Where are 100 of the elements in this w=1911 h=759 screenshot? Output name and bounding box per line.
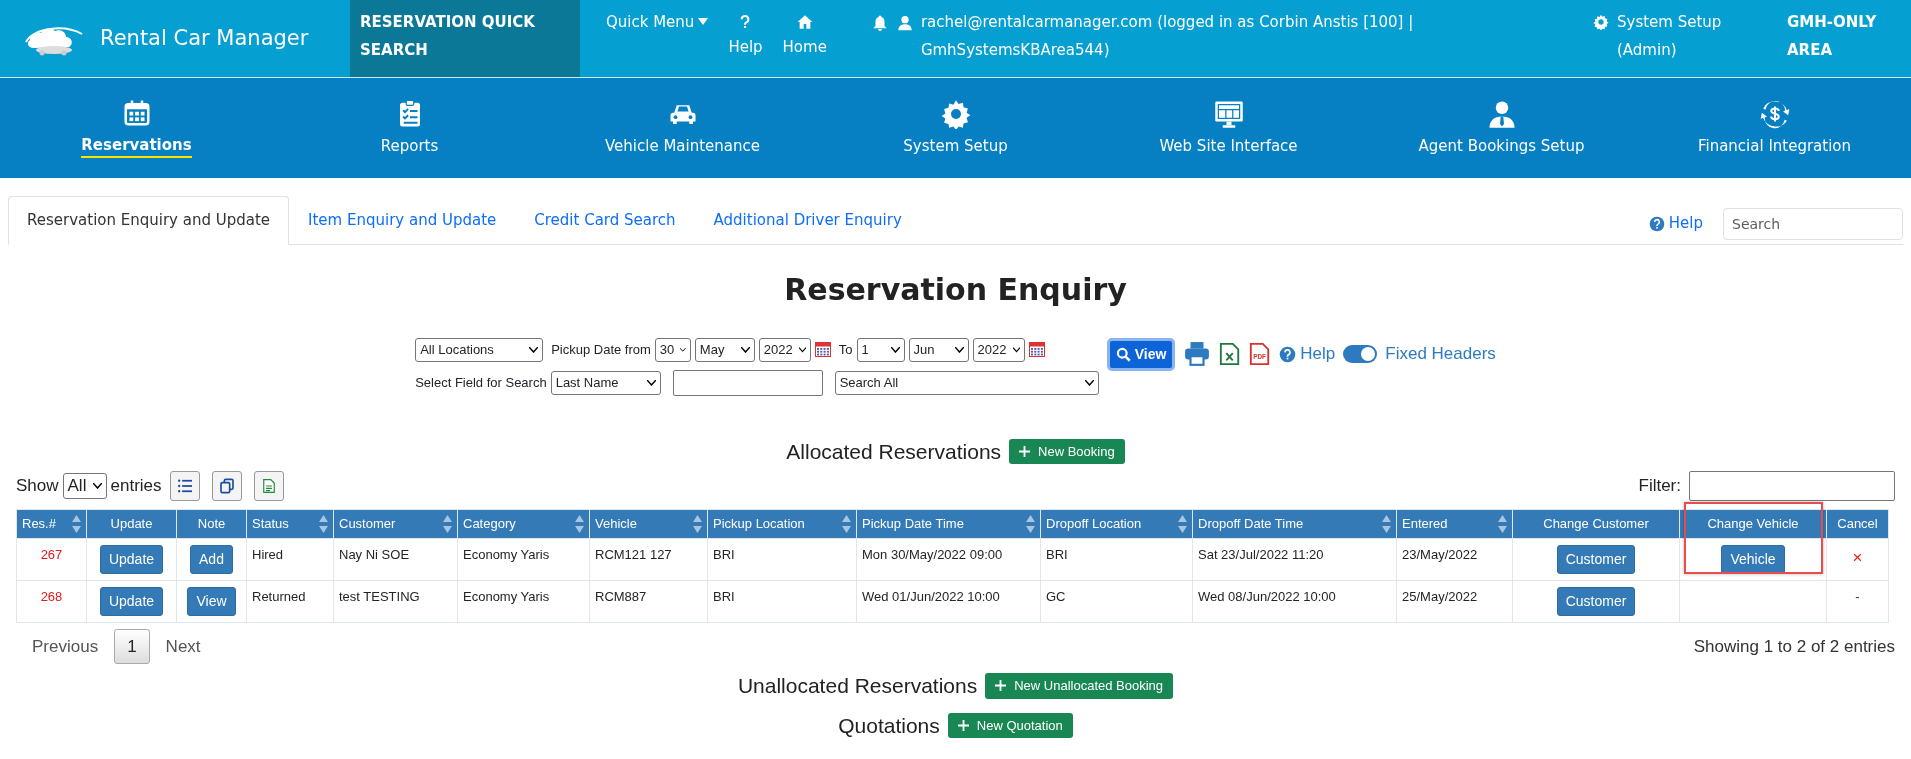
nav-item[interactable]: Reports: [380, 134, 439, 158]
column-header[interactable]: Vehicle: [589, 509, 708, 538]
tab[interactable]: Item Enquiry and Update: [289, 196, 516, 245]
plus-icon: [1019, 445, 1031, 457]
table-cell: Economy Yaris: [463, 546, 550, 562]
show-label: Show: [16, 475, 59, 498]
change-customer-button[interactable]: Customer: [1556, 586, 1636, 616]
entries-select[interactable]: All: [62, 473, 107, 499]
day-select[interactable]: 1: [856, 337, 905, 362]
change-customer-button[interactable]: Customer: [1556, 544, 1636, 574]
location-select[interactable]: All Locations: [415, 337, 544, 362]
year-select[interactable]: 2022: [972, 337, 1025, 362]
nav-item[interactable]: Reservations: [81, 133, 192, 159]
table-cell: Returned: [252, 588, 306, 604]
help-link[interactable]: Help: [728, 36, 763, 58]
new-unallocated-booking-button[interactable]: New Unallocated Booking: [985, 673, 1174, 699]
table-cell: BRI: [713, 588, 735, 604]
quick-search-link[interactable]: RESERVATION QUICK SEARCH: [350, 0, 580, 77]
caret-icon: [798, 346, 806, 353]
tab[interactable]: Additional Driver Enquiry: [694, 196, 921, 245]
column-header[interactable]: Res.#: [16, 509, 87, 538]
search-input[interactable]: [672, 369, 823, 396]
field-label: To: [838, 340, 853, 359]
column-header[interactable]: Entered: [1396, 509, 1513, 538]
column-header[interactable]: Pickup Location: [707, 509, 857, 538]
table-cell: Hired: [252, 546, 284, 562]
home-icon: [796, 14, 813, 30]
toggle-switch[interactable]: [1343, 345, 1378, 363]
nav-item[interactable]: Financial Integration: [1697, 134, 1852, 158]
table-cell: Mon 30/May/2022 09:00: [862, 546, 1003, 562]
user-account-link[interactable]: rachel@rentalcarmanager.com (logged in as Corbin Anstis [100] | GmhSystemsKBArea544): [920, 8, 1481, 64]
scope-select[interactable]: Search All: [834, 370, 1099, 395]
section-title: Allocated Reservations: [786, 438, 1002, 465]
page-title: Reservation Enquiry: [783, 270, 1128, 309]
caret-icon: [698, 18, 709, 25]
page-button[interactable]: 1: [114, 628, 150, 664]
column-header: Update: [86, 509, 177, 538]
column-header[interactable]: Customer: [333, 509, 458, 538]
help-link[interactable]: Help: [1668, 212, 1703, 235]
cancel-link[interactable]: ×: [1852, 547, 1863, 567]
month-select[interactable]: May: [694, 337, 755, 362]
help-icon: [1279, 345, 1297, 363]
new-quotation-button[interactable]: New Quotation: [947, 712, 1073, 738]
view-button[interactable]: View: [1106, 337, 1176, 371]
nav-item[interactable]: Web Site Interface: [1159, 134, 1298, 158]
table-cell: Sat 23/Jul/2022 11:20: [1198, 546, 1324, 562]
month-select[interactable]: Jun: [908, 337, 969, 362]
change-vehicle-button[interactable]: Vehicle: [1721, 544, 1785, 574]
sort-icon: [443, 514, 452, 533]
section-title: Unallocated Reservations: [737, 673, 978, 699]
next-link[interactable]: Next: [149, 633, 217, 659]
table-cell: BRI: [1046, 546, 1068, 562]
column-header: Change Customer: [1512, 509, 1680, 538]
list-button[interactable]: [169, 471, 200, 501]
column-header[interactable]: Status: [246, 509, 334, 538]
table-cell: Economy Yaris: [463, 588, 550, 604]
quick-menu[interactable]: Quick Menu: [596, 0, 719, 77]
update-button[interactable]: Update: [99, 544, 164, 574]
help-link[interactable]: Help: [1300, 341, 1336, 367]
nav-item[interactable]: Vehicle Maintenance: [605, 134, 760, 158]
table-cell: Wed 01/Jun/2022 10:00: [862, 588, 1000, 604]
excel-file-icon: [1219, 340, 1242, 368]
caret-icon: [1012, 346, 1020, 353]
tab[interactable]: Credit Card Search: [515, 196, 695, 245]
column-header[interactable]: Category: [457, 509, 590, 538]
field-select[interactable]: Last Name: [550, 370, 661, 395]
toggle-label: Fixed Headers: [1385, 343, 1496, 366]
update-button[interactable]: Update: [99, 586, 164, 616]
tab[interactable]: Reservation Enquiry and Update: [8, 196, 290, 245]
caret-icon: [1084, 379, 1094, 386]
year-select[interactable]: 2022: [758, 337, 811, 362]
search-field[interactable]: Search: [1723, 207, 1903, 240]
day-select[interactable]: 30: [654, 337, 691, 362]
brand-name: Rental Car Manager: [100, 24, 309, 52]
new-booking-button[interactable]: New Booking: [1009, 438, 1125, 464]
system-setup-link[interactable]: System Setup (Admin): [1617, 8, 1767, 64]
column-header: Cancel: [1826, 509, 1889, 538]
filter-label: Filter:: [1638, 475, 1681, 498]
column-header[interactable]: Dropoff Date Time: [1192, 509, 1397, 538]
home-link[interactable]: Home: [782, 36, 827, 58]
sort-icon: [1382, 514, 1391, 533]
help-icon: [1648, 215, 1665, 232]
caret-icon: [646, 379, 656, 386]
copy-button[interactable]: [211, 471, 242, 501]
nav-item[interactable]: System Setup: [903, 134, 1008, 158]
document-button[interactable]: [253, 471, 284, 501]
column-header: Change Vehicle: [1679, 509, 1827, 538]
column-header[interactable]: Dropoff Location: [1040, 509, 1193, 538]
search-icon: [1115, 346, 1131, 362]
previous-link[interactable]: Previous: [16, 633, 115, 659]
note-button[interactable]: View: [187, 586, 236, 616]
column-header[interactable]: Pickup Date Time: [856, 509, 1041, 538]
reservation-number[interactable]: 268: [40, 588, 63, 604]
nav-item[interactable]: Agent Bookings Setup: [1418, 134, 1585, 158]
note-button[interactable]: Add: [190, 544, 233, 574]
table-cell: 23/May/2022: [1402, 546, 1478, 562]
caret-icon: [529, 346, 539, 353]
table-cell: BRI: [713, 546, 735, 562]
reservation-number[interactable]: 267: [40, 546, 63, 562]
filter-field[interactable]: [1689, 471, 1895, 501]
